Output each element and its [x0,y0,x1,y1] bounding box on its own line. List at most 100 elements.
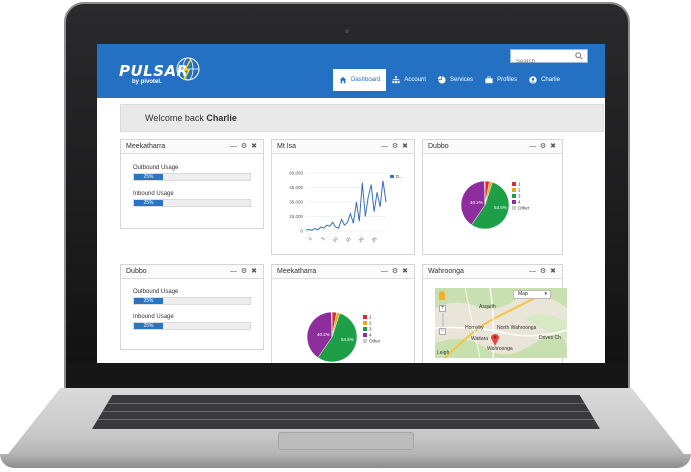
y-tick-label: 0 [300,229,303,234]
chevron-down-icon: ▾ [544,291,547,297]
search-icon[interactable] [575,52,583,60]
legend-label: 1 [369,315,372,320]
x-tick-label: 15 [345,236,352,243]
legend-swatch [512,188,516,192]
nav-account[interactable]: Account [386,69,432,91]
logo-subtitle: by pivotel. [132,79,162,85]
legend-label: 2 [369,321,372,326]
x-tick-label: 0 [307,236,313,242]
legend-label: Other [369,339,381,344]
inbound-usage-bar: 25% [133,199,251,207]
map-label: North Wahroonga [497,325,537,331]
app-header: PULSAR by pivotel. Dashboard [97,44,605,98]
nav-label: Dashboard [351,77,381,83]
widget-header: Dubbo — ⚙ ✖ [121,265,263,279]
legend-label: 1 [518,182,521,187]
widget-title: Meekatharra [277,268,317,275]
widget-header: Dubbo — ⚙ ✖ [423,140,562,154]
welcome-banner: Welcome back Charlie [120,104,604,132]
pie-data-label: 54.5% [494,205,507,210]
y-tick-label: 30,000 [289,200,303,205]
zoom-in-button[interactable]: + [439,305,446,312]
user-icon [529,76,537,84]
outbound-usage-label: Outbound Usage [133,289,179,295]
x-tick-label: 10 [332,236,339,243]
widget-title: Dubbo [126,268,147,275]
widget-title: Dubbo [428,143,449,150]
map-label: Leigh [437,350,450,356]
webcam [345,29,349,33]
inbound-usage-fill: 25% [134,200,163,206]
widget-controls[interactable]: — ⚙ ✖ [230,142,258,150]
search-input[interactable] [511,56,571,68]
legend-label: 2 [518,188,521,193]
widget-controls[interactable]: — ⚙ ✖ [529,267,557,275]
widget-controls[interactable]: — ⚙ ✖ [529,142,557,150]
inbound-usage-label: Inbound Usage [133,191,174,197]
widget-header: Meekatharra — ⚙ ✖ [121,140,263,154]
widget-title: Meekatharra [126,143,166,150]
laptop-base-edge [0,454,691,468]
map-label: Wahroonga [487,346,513,352]
y-tick-label: 15,000 [289,214,303,219]
laptop-screen: PULSAR by pivotel. Dashboard [97,44,605,363]
map-pin-icon[interactable] [490,332,500,346]
outbound-usage-bar: 25% [133,297,251,305]
welcome-prefix: Welcome back [145,113,207,123]
nav-services[interactable]: Services [432,69,479,91]
welcome-text: Welcome back Charlie [145,113,237,123]
laptop-trackpad [278,432,414,450]
widget-title: Wahroonga [428,268,464,275]
inbound-usage-fill: 25% [134,323,163,329]
pegman-icon[interactable] [439,291,445,300]
legend-label: Other [518,206,530,211]
widget-mt-isa-chart: Mt Isa — ⚙ ✖ 60,000 45,000 30,000 15,000 0 0 5… [271,139,415,255]
line-series [305,180,387,231]
legend-swatch [363,327,367,331]
laptop-keyboard [92,395,600,429]
map-type-label: Map [518,291,528,297]
legend-swatch [512,206,516,210]
legend-swatch [512,200,516,204]
widget-controls[interactable]: — ⚙ ✖ [381,142,409,150]
map-label: Drives Ch [539,335,561,341]
nav-user-charlie[interactable]: Charlie [523,69,566,91]
dubbo-pie-chart: 54.5% 40.2% 1234Other [460,180,530,230]
legend-swatch [363,333,367,337]
widget-controls[interactable]: — ⚙ ✖ [381,267,409,275]
widget-dubbo-usage: Dubbo — ⚙ ✖ Outbound Usage 25% Inbound U… [120,264,264,350]
inbound-usage-bar: 25% [133,322,251,330]
zoom-out-button[interactable]: − [439,328,446,335]
map-view[interactable]: Asquith Hornsby North Wahroonga Waitara … [435,288,567,358]
map-type-select[interactable]: Map ▾ [513,290,551,299]
widget-header: Meekatharra — ⚙ ✖ [272,265,414,279]
map-label: Waitara [471,336,489,342]
meekatharra-pie-chart: 54.5% 40.2% 1234Other [306,311,381,363]
legend-swatch [363,321,367,325]
nav-dashboard[interactable]: Dashboard [333,69,387,91]
pie-data-label: 40.2% [317,332,330,337]
zoom-slider[interactable] [441,313,444,327]
nav-profiles[interactable]: Profiles [479,69,523,91]
map-label: Hornsby [465,325,484,331]
outbound-usage-fill: 25% [134,298,163,304]
legend-label: D... [396,174,403,179]
welcome-user: Charlie [206,113,237,123]
x-tick-label: 20 [358,236,365,243]
inbound-usage-label: Inbound Usage [133,314,174,320]
outbound-usage-fill: 25% [134,174,163,180]
pie-data-label: 54.5% [341,337,354,342]
widget-header: Mt Isa — ⚙ ✖ [272,140,414,154]
briefcase-icon [485,76,493,84]
main-nav: Dashboard Account Services Profiles Char… [333,69,566,91]
legend-swatch [512,182,516,186]
widget-wahroonga-map: Wahroonga — ⚙ ✖ Asquith Hornsby North Wa… [422,264,567,363]
pie-data-label: 40.2% [470,200,483,205]
map-label: Asquith [479,304,496,310]
legend-swatch [363,339,367,343]
x-tick-label: 25 [371,236,378,243]
widget-meekatharra-pie: Meekatharra — ⚙ ✖ 54.5% 40.2% 1 2 3 4 Other [271,264,415,363]
widget-controls[interactable]: — ⚙ ✖ [230,267,258,275]
y-tick-label: 45,000 [289,185,303,190]
nav-label: Account [404,77,427,83]
